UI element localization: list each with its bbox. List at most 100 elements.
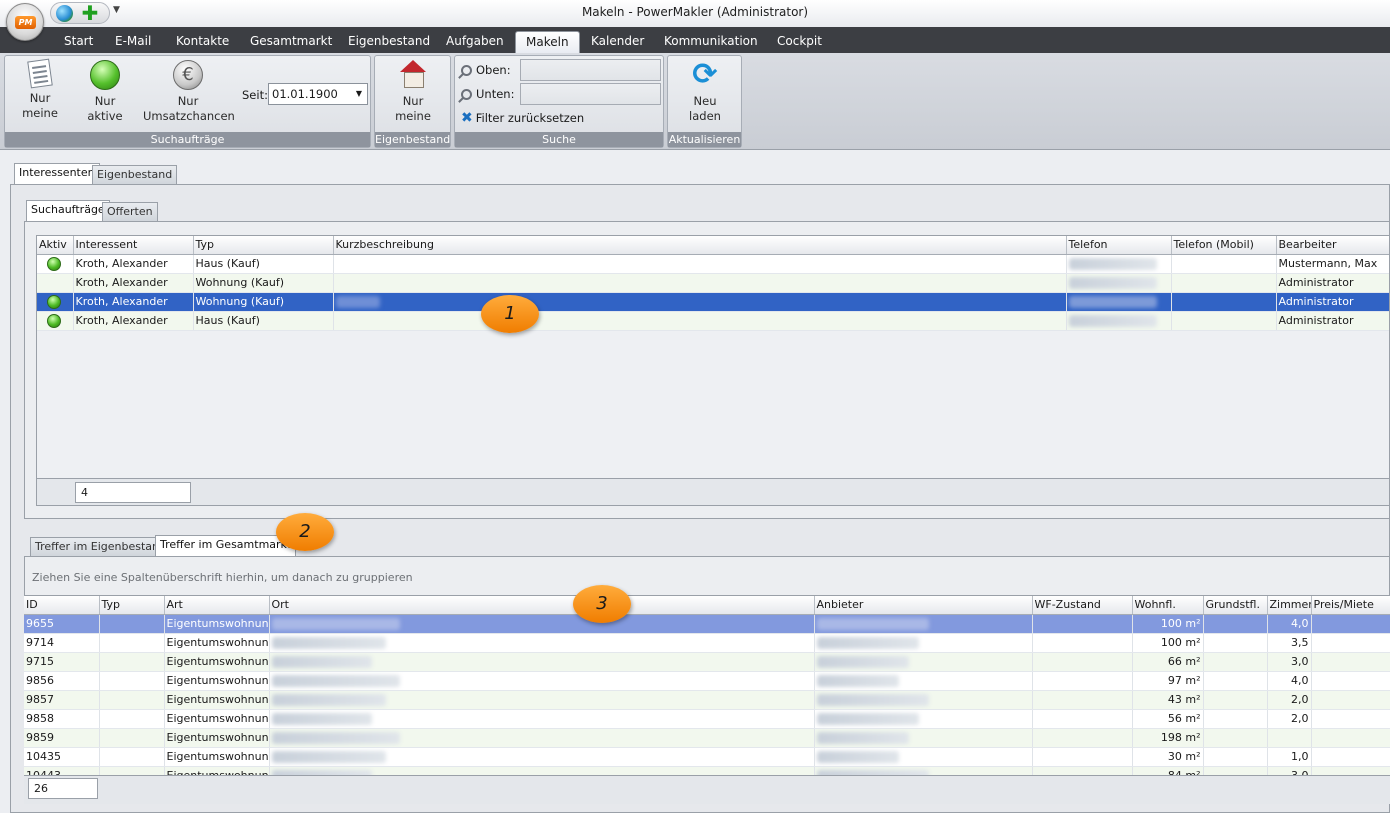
- col-preis-miete[interactable]: Preis/Miete: [1311, 596, 1390, 615]
- cell-anbieter: [814, 614, 1033, 634]
- nur-umsatzchancen-button[interactable]: € Nur Umsatzchancen: [143, 60, 235, 124]
- tab-gesamtmarkt[interactable]: Gesamtmarkt: [240, 31, 342, 53]
- tab-interessenten[interactable]: Interessenten: [14, 163, 100, 185]
- tab-suchauftraege[interactable]: Suchaufträge: [26, 200, 110, 222]
- redacted-value: [816, 732, 909, 744]
- customize-qat-dropdown-icon[interactable]: ▼: [113, 5, 120, 15]
- nur-meine-button[interactable]: Nur meine: [15, 58, 65, 121]
- redacted-value: [271, 732, 400, 744]
- group-eigenbestand: Nur meine Eigenbestand: [374, 55, 451, 148]
- cell-wohnfl: 198 m²: [1132, 728, 1204, 748]
- table-row[interactable]: 9715 Eigentumswohnung 66 m² 3,0: [24, 652, 1390, 672]
- unten-input[interactable]: [520, 83, 661, 105]
- eigenbestand-nur-meine-button[interactable]: Nur meine: [387, 60, 439, 124]
- cell-bearbeiter: Mustermann, Max: [1276, 254, 1389, 274]
- table-row[interactable]: 9714 Eigentumswohnung 100 m² 3,5: [24, 633, 1390, 653]
- grid-header: ID Typ Art Ort Anbieter WF-Zustand Wohnf…: [24, 596, 1390, 615]
- col-wf-zustand[interactable]: WF-Zustand: [1032, 596, 1133, 615]
- table-row[interactable]: 9858 Eigentumswohnung 56 m² 2,0: [24, 709, 1390, 729]
- tab-kommunikation[interactable]: Kommunikation: [654, 31, 768, 53]
- tab-kontakte[interactable]: Kontakte: [166, 31, 239, 53]
- callout-1: 1: [481, 295, 539, 333]
- cell-art: Eigentumswohnung: [164, 633, 270, 653]
- col-wohnfl[interactable]: Wohnfl.: [1132, 596, 1204, 615]
- tab-offerten[interactable]: Offerten: [102, 202, 158, 222]
- col-interessent[interactable]: Interessent: [73, 236, 194, 255]
- table-row[interactable]: 9857 Eigentumswohnung 43 m² 2,0: [24, 690, 1390, 710]
- globe-icon[interactable]: [56, 5, 73, 22]
- tab-eigenbestand-list[interactable]: Eigenbestand: [92, 165, 178, 185]
- close-icon: ✖: [461, 110, 473, 126]
- cell-id: 9859: [24, 728, 100, 748]
- cell-anbieter: [814, 728, 1033, 748]
- tab-start[interactable]: Start: [54, 31, 103, 53]
- nur-aktive-button[interactable]: Nur aktive: [80, 60, 130, 124]
- cell-id: 10435: [24, 747, 100, 767]
- window-title: Makeln - PowerMakler (Administrator): [581, 5, 809, 19]
- cell-wohnfl: 56 m²: [1132, 709, 1204, 729]
- cell-bearbeiter: Administrator: [1276, 311, 1389, 331]
- unten-row: Unten:: [461, 83, 514, 105]
- neu-laden-label-2: laden: [689, 109, 721, 123]
- col-typ[interactable]: Typ: [99, 596, 165, 615]
- group-suchauftraege: Nur meine Nur aktive € Nur Umsatzchancen…: [4, 55, 371, 148]
- redacted-value: [271, 751, 386, 763]
- tab-cockpit[interactable]: Cockpit: [767, 31, 832, 53]
- col-zimmer[interactable]: Zimmer: [1267, 596, 1312, 615]
- tab-treffer-gesamtmarkt[interactable]: Treffer im Gesamtmarkt: [155, 535, 297, 557]
- seit-date-select[interactable]: 01.01.1900 ▼: [268, 83, 368, 105]
- table-row[interactable]: 9655 Eigentumswohnung 100 m² 4,0: [24, 614, 1390, 634]
- cell-telefon: [1066, 273, 1172, 293]
- col-grundstfl[interactable]: Grundstfl.: [1203, 596, 1268, 615]
- tab-eigenbestand[interactable]: Eigenbestand: [338, 31, 440, 53]
- col-ort[interactable]: Ort: [269, 596, 815, 615]
- oben-row: Oben:: [461, 59, 511, 81]
- table-row[interactable]: 10443 Eigentumswohnung 84 m² 3,0: [24, 766, 1390, 775]
- cell-ort: [269, 652, 815, 672]
- col-aktiv[interactable]: Aktiv: [37, 236, 74, 255]
- tab-email[interactable]: E-Mail: [105, 31, 161, 53]
- table-row[interactable]: 10435 Eigentumswohnung 30 m² 1,0: [24, 747, 1390, 767]
- table-row[interactable]: 9859 Eigentumswohnung 198 m²: [24, 728, 1390, 748]
- grid-footer: [36, 479, 1390, 506]
- col-telefon-mobil[interactable]: Telefon (Mobil): [1171, 236, 1277, 255]
- col-art[interactable]: Art: [164, 596, 270, 615]
- neu-laden-button[interactable]: ⟳ Neu laden: [680, 60, 730, 124]
- filter-reset-button[interactable]: ✖ Filter zurücksetzen: [461, 107, 584, 129]
- col-typ[interactable]: Typ: [193, 236, 334, 255]
- tab-makeln[interactable]: Makeln: [515, 31, 580, 53]
- table-row-selected[interactable]: Kroth, Alexander Wohnung (Kauf) Administ…: [37, 292, 1389, 312]
- redacted-value: [1068, 296, 1157, 308]
- quick-access-toolbar: ✚: [50, 2, 110, 24]
- cell-typ: Wohnung (Kauf): [193, 292, 334, 312]
- tab-aufgaben[interactable]: Aufgaben: [436, 31, 514, 53]
- cell-ort: [269, 671, 815, 691]
- application-menu-button[interactable]: PM: [6, 3, 44, 41]
- oben-input[interactable]: [520, 59, 661, 81]
- table-row[interactable]: Kroth, Alexander Haus (Kauf) Mustermann,…: [37, 254, 1389, 274]
- nur-aktive-label-2: aktive: [87, 109, 123, 123]
- table-row[interactable]: 9856 Eigentumswohnung 97 m² 4,0: [24, 671, 1390, 691]
- title-bar: Makeln - PowerMakler (Administrator): [0, 0, 1390, 27]
- ribbon-tab-bar: Start E-Mail Kontakte Gesamtmarkt Eigenb…: [0, 27, 1390, 53]
- col-anbieter[interactable]: Anbieter: [814, 596, 1033, 615]
- col-telefon[interactable]: Telefon: [1066, 236, 1172, 255]
- col-id[interactable]: ID: [24, 596, 100, 615]
- tab-kalender[interactable]: Kalender: [581, 31, 654, 53]
- active-status-icon: [47, 313, 61, 328]
- col-kurzbeschreibung[interactable]: Kurzbeschreibung: [333, 236, 1067, 255]
- cell-anbieter: [814, 690, 1033, 710]
- cell-art: Eigentumswohnung: [164, 709, 270, 729]
- tab-treffer-eigenbestand[interactable]: Treffer im Eigenbestand: [30, 537, 172, 557]
- cell-ort: [269, 614, 815, 634]
- cell-grundstfl: [1203, 671, 1268, 691]
- group-label-suche: Suche: [455, 132, 663, 147]
- table-row[interactable]: Kroth, Alexander Wohnung (Kauf) Administ…: [37, 273, 1389, 293]
- cell-art: Eigentumswohnung: [164, 671, 270, 691]
- add-icon[interactable]: ✚: [80, 3, 100, 24]
- seit-date-value: 01.01.1900: [272, 87, 338, 101]
- col-bearbeiter[interactable]: Bearbeiter: [1276, 236, 1389, 255]
- redacted-value: [816, 694, 929, 706]
- table-row[interactable]: Kroth, Alexander Haus (Kauf) Administrat…: [37, 311, 1389, 331]
- cell-wf-zustand: [1032, 728, 1133, 748]
